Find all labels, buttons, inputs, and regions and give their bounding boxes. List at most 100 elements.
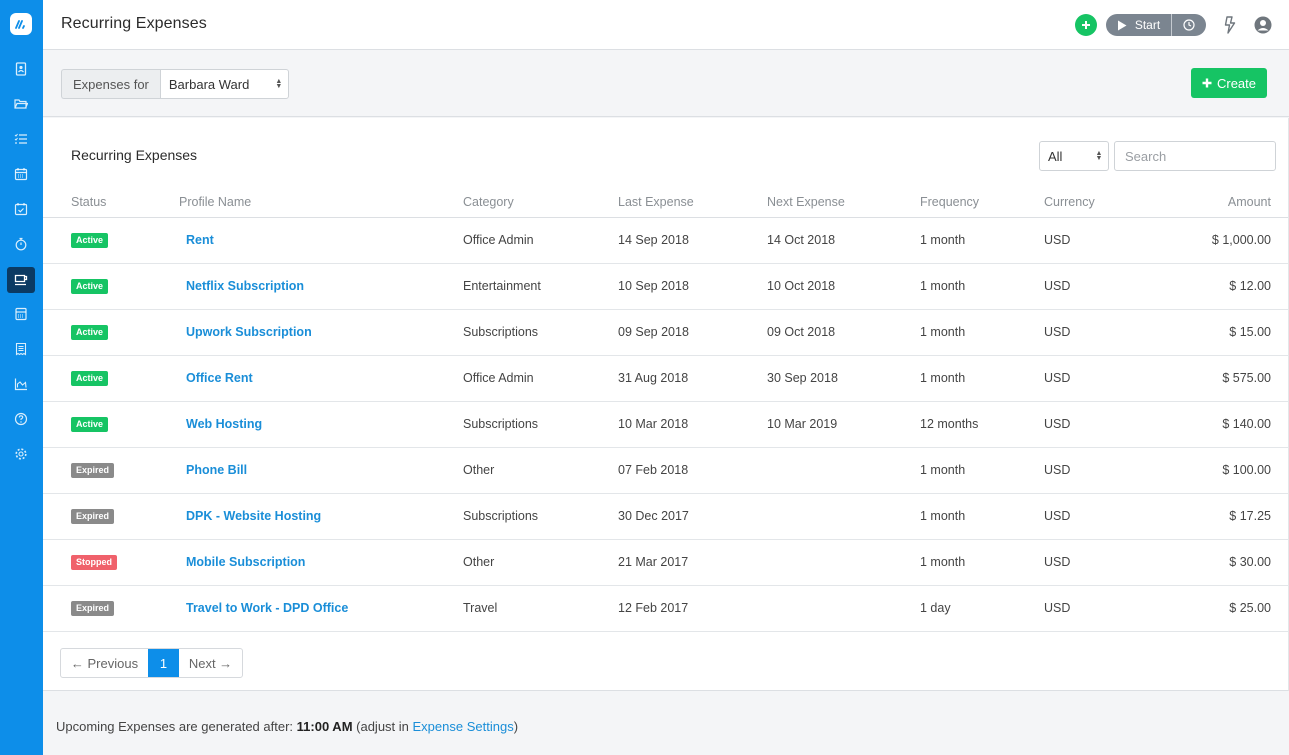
profile-name-cell: Web Hosting (179, 401, 463, 448)
sidebar-item-help[interactable] (7, 406, 35, 432)
amount-cell: $ 30.00 (1144, 539, 1288, 586)
profile-name-link[interactable]: DPK - Website Hosting (186, 509, 321, 523)
column-header-status[interactable]: Status (43, 188, 179, 218)
profile-name-cell: Mobile Subscription (179, 539, 463, 586)
sidebar-item-calendar[interactable] (7, 161, 35, 187)
sidebar-item-settings[interactable] (7, 441, 35, 467)
table-row[interactable]: Expired Phone Bill Other 07 Feb 2018 1 month… (43, 447, 1288, 494)
search-input[interactable] (1114, 141, 1276, 171)
frequency-cell: 12 months (920, 401, 1044, 448)
status-filter-select[interactable]: All ▲ ▼ (1039, 141, 1109, 171)
table-row[interactable]: Stopped Mobile Subscription Other 21 Mar 20… (43, 539, 1288, 586)
column-header-next-expense[interactable]: Next Expense (767, 188, 920, 218)
sidebar-item-projects[interactable] (7, 91, 35, 117)
currency-cell: USD (1044, 493, 1144, 540)
expense-settings-link[interactable]: Expense Settings (413, 719, 514, 734)
column-header-category[interactable]: Category (463, 188, 618, 218)
status-filter-value: All (1048, 148, 1063, 164)
category-cell: Subscriptions (463, 309, 618, 356)
status-cell: Expired (43, 447, 179, 494)
table-row[interactable]: Active Rent Office Admin 14 Sep 2018 14 Oct … (43, 217, 1288, 264)
client-select[interactable]: Barbara Ward ▲ ▼ (159, 69, 289, 99)
user-menu-button[interactable] (1253, 15, 1273, 35)
expenses-table: Status Profile Name Category Last Expens… (43, 188, 1288, 632)
reports-chart-icon (14, 378, 27, 391)
profile-name-link[interactable]: Web Hosting (186, 417, 262, 431)
profile-name-link[interactable]: Mobile Subscription (186, 555, 305, 569)
currency-cell: USD (1044, 585, 1144, 632)
currency-cell: USD (1044, 309, 1144, 356)
start-timer-button[interactable]: Start (1106, 14, 1172, 36)
profile-name-link[interactable]: Office Rent (186, 371, 253, 385)
category-cell: Other (463, 447, 618, 494)
sidebar-item-tasks[interactable] (7, 126, 35, 152)
table-row[interactable]: Active Netflix Subscription Entertainment 1… (43, 263, 1288, 310)
status-cell: Expired (43, 493, 179, 540)
create-button[interactable]: Create (1191, 68, 1267, 98)
sidebar-item-estimates[interactable] (7, 336, 35, 362)
currency-cell: USD (1044, 355, 1144, 402)
quick-actions-button[interactable] (1221, 15, 1239, 35)
status-badge: Active (71, 417, 109, 432)
currency-cell: USD (1044, 217, 1144, 264)
status-badge: Active (71, 325, 109, 340)
previous-page-button[interactable]: ← Previous (61, 649, 148, 677)
last-expense-cell: 09 Sep 2018 (618, 309, 767, 356)
sidebar-item-schedule[interactable] (7, 196, 35, 222)
contacts-icon (15, 62, 27, 76)
panel-title: Recurring Expenses (71, 147, 198, 163)
column-header-currency[interactable]: Currency (1044, 188, 1144, 218)
app-logo[interactable] (10, 13, 32, 35)
sidebar-item-contacts[interactable] (7, 56, 35, 82)
last-expense-cell: 21 Mar 2017 (618, 539, 767, 586)
generation-time: 11:00 AM (296, 719, 353, 734)
quick-add-button[interactable] (1075, 14, 1097, 36)
status-cell: Active (43, 355, 179, 402)
note-text-after: ) (513, 719, 519, 734)
expenses-for-label: Expenses for (61, 69, 160, 99)
pagination: ← Previous 1 Next → (60, 648, 243, 678)
timer-history-button[interactable] (1172, 14, 1206, 36)
column-header-amount[interactable]: Amount (1144, 188, 1288, 218)
column-header-profile-name[interactable]: Profile Name (179, 188, 463, 218)
amount-cell: $ 575.00 (1144, 355, 1288, 402)
currency-cell: USD (1044, 263, 1144, 310)
status-badge: Expired (71, 463, 115, 478)
status-cell: Expired (43, 585, 179, 632)
profile-name-link[interactable]: Upwork Subscription (186, 325, 312, 339)
timer-control: Start (1106, 14, 1206, 36)
next-expense-cell: 30 Sep 2018 (767, 355, 920, 402)
note-text-middle: (adjust in (352, 719, 413, 734)
status-badge: Expired (71, 509, 115, 524)
table-row[interactable]: Active Office Rent Office Admin 31 Aug 2018… (43, 355, 1288, 402)
sidebar-item-reports[interactable] (7, 371, 35, 397)
table-row[interactable]: Active Web Hosting Subscriptions 10 Mar 201… (43, 401, 1288, 448)
next-expense-cell (767, 447, 920, 494)
filter-bar: Expenses for Barbara Ward ▲ ▼ Create (43, 51, 1289, 117)
category-cell: Subscriptions (463, 493, 618, 540)
column-header-frequency[interactable]: Frequency (920, 188, 1044, 218)
sidebar-item-expenses[interactable] (7, 267, 35, 293)
column-header-last-expense[interactable]: Last Expense (618, 188, 767, 218)
last-expense-cell: 07 Feb 2018 (618, 447, 767, 494)
profile-name-link[interactable]: Netflix Subscription (186, 279, 304, 293)
table-row[interactable]: Active Upwork Subscription Subscriptions 09… (43, 309, 1288, 356)
status-badge: Expired (71, 601, 115, 616)
help-icon (14, 412, 28, 426)
sidebar-item-time[interactable] (7, 231, 35, 257)
lightning-bolt-icon (1224, 16, 1236, 34)
page-1-button[interactable]: 1 (148, 649, 179, 677)
table-row[interactable]: Expired Travel to Work - DPD Office Travel… (43, 585, 1288, 632)
status-cell: Active (43, 309, 179, 356)
profile-name-link[interactable]: Travel to Work - DPD Office (186, 601, 348, 615)
profile-name-link[interactable]: Phone Bill (186, 463, 247, 477)
profile-name-link[interactable]: Rent (186, 233, 214, 247)
table-row[interactable]: Expired DPK - Website Hosting Subscription… (43, 493, 1288, 540)
profile-name-cell: Office Rent (179, 355, 463, 402)
frequency-cell: 1 day (920, 585, 1044, 632)
sidebar-item-invoices[interactable] (7, 301, 35, 327)
clock-icon (1183, 19, 1195, 31)
next-page-button[interactable]: Next → (179, 649, 242, 677)
amount-cell: $ 17.25 (1144, 493, 1288, 540)
currency-cell: USD (1044, 539, 1144, 586)
